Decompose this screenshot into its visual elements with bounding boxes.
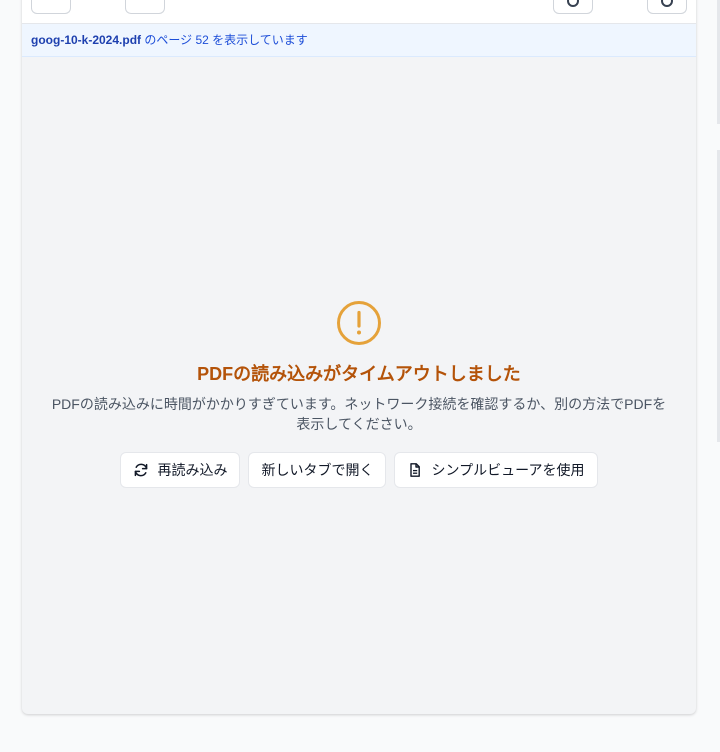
document-icon bbox=[410, 463, 421, 477]
alert-circle-icon bbox=[337, 301, 381, 345]
error-state: PDFの読み込みがタイムアウトしました PDFの読み込みに時間がかかりすぎていま… bbox=[22, 300, 696, 488]
pdf-toolbar bbox=[22, 0, 696, 24]
chevron-right-icon bbox=[139, 1, 151, 5]
page-info-text: のページ 52 を表示しています bbox=[144, 33, 308, 47]
page-info-bar: goog-10-k-2024.pdf のページ 52 を表示しています bbox=[22, 24, 696, 57]
pdf-viewer-panel: goog-10-k-2024.pdf のページ 52 を表示しています PDFの… bbox=[22, 0, 696, 714]
simple-viewer-label: シンプルビューアを使用 bbox=[431, 462, 585, 478]
error-actions: 再読み込み 新しいタブで開く シンプルビューアを使用 bbox=[22, 452, 696, 488]
simple-viewer-button[interactable]: シンプルビューアを使用 bbox=[394, 452, 598, 488]
pdf-filename: goog-10-k-2024.pdf bbox=[31, 33, 142, 47]
chevron-left-icon bbox=[45, 1, 57, 5]
zoom-in-icon bbox=[661, 0, 673, 7]
error-title: PDFの読み込みがタイムアウトしました bbox=[197, 364, 521, 384]
prev-page-button[interactable] bbox=[31, 0, 71, 14]
refresh-icon bbox=[135, 463, 148, 477]
open-new-tab-label: 新しいタブで開く bbox=[261, 462, 374, 478]
zoom-in-button[interactable] bbox=[647, 0, 687, 14]
reload-label: 再読み込み bbox=[157, 462, 228, 478]
open-new-tab-button[interactable]: 新しいタブで開く bbox=[248, 452, 387, 488]
zoom-out-icon bbox=[567, 0, 579, 7]
reload-button[interactable]: 再読み込み bbox=[120, 452, 241, 488]
next-page-button[interactable] bbox=[125, 0, 165, 14]
zoom-out-button[interactable] bbox=[553, 0, 593, 14]
error-message: PDFの読み込みに時間がかかりすぎています。ネットワーク接続を確認するか、別の方… bbox=[51, 396, 667, 432]
